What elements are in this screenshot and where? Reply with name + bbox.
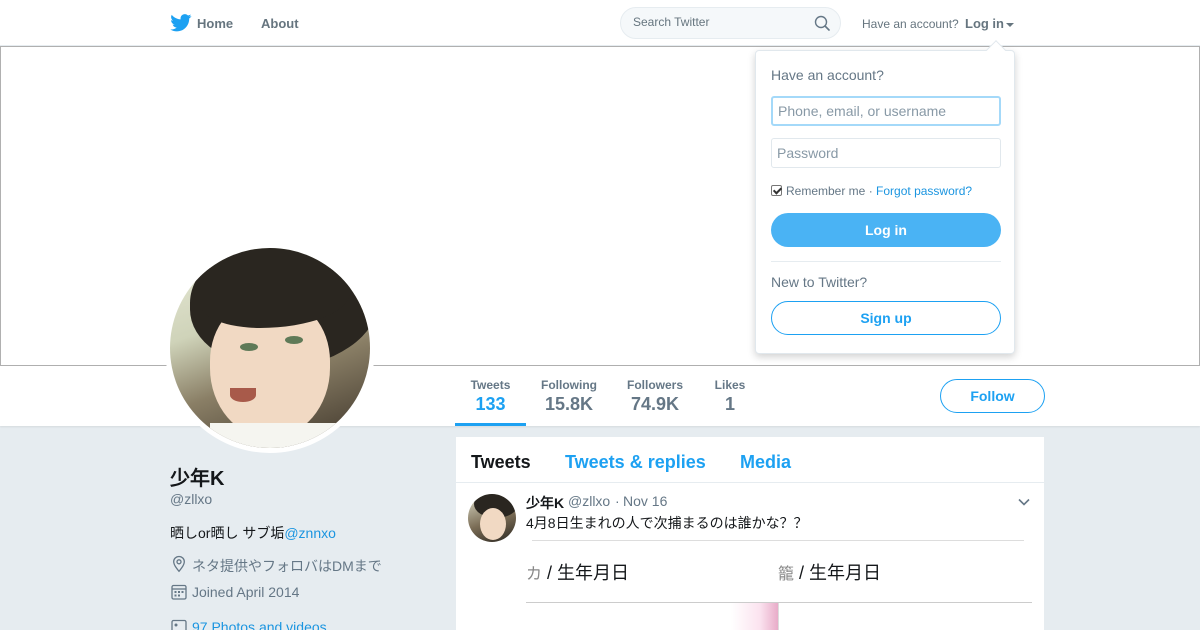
media-divider-top — [532, 540, 1024, 541]
search-input[interactable] — [633, 15, 813, 29]
follow-button[interactable]: Follow — [940, 379, 1045, 413]
stat-tweets[interactable]: Tweets 133 — [455, 378, 526, 426]
login-dropdown-divider — [771, 261, 1001, 262]
tab-tweets-replies[interactable]: Tweets & replies — [565, 452, 706, 473]
login-dropdown: Have an account? Remember me · Forgot pa… — [755, 40, 1015, 354]
stat-followers[interactable]: Followers 74.9K — [624, 378, 686, 415]
login-button[interactable]: Log in — [771, 213, 1001, 247]
stat-following[interactable]: Following 15.8K — [538, 378, 600, 415]
tweet-text: 4月8日生まれの人で次捕まるのは誰かな？？ — [526, 515, 808, 531]
password-input[interactable] — [771, 138, 1001, 168]
media-cell-right: 籠 / 生年月日 — [778, 559, 881, 585]
bio-text: 晒しor晒し サブ垢 — [170, 525, 285, 541]
remember-separator: · — [868, 184, 873, 198]
login-dropdown-toggle[interactable]: Log in — [965, 16, 1014, 31]
stat-tweets-label: Tweets — [470, 378, 511, 392]
search-icon[interactable] — [814, 15, 830, 31]
media-right-label: / 生年月日 — [799, 563, 882, 583]
nav-about-link[interactable]: About — [261, 16, 299, 31]
stat-likes-value: 1 — [724, 394, 735, 414]
stat-following-value: 15.8K — [544, 394, 594, 414]
profile-handle[interactable]: @zllxo — [170, 491, 212, 507]
remember-row: Remember me · Forgot password? — [771, 184, 972, 198]
profile-avatar[interactable] — [165, 243, 375, 453]
stat-likes-label: Likes — [714, 378, 746, 392]
caret-down-icon — [1006, 22, 1014, 27]
tab-tweets[interactable]: Tweets — [471, 452, 531, 473]
login-dropdown-title: Have an account? — [771, 67, 884, 83]
forgot-password-link[interactable]: Forgot password? — [876, 184, 972, 198]
photos-text: 97 Photos and videos — [192, 619, 327, 630]
stat-followers-label: Followers — [626, 378, 683, 392]
checkbox-icon[interactable] — [771, 185, 782, 196]
tweet-avatar[interactable] — [468, 494, 516, 542]
joined-text: Joined April 2014 — [192, 584, 300, 600]
stat-likes[interactable]: Likes 1 — [710, 378, 750, 415]
top-nav: Home About Have an account? Log in — [0, 0, 1200, 46]
tweet-author-handle[interactable]: @zllxo — [568, 493, 610, 509]
media-left-label: / 生年月日 — [547, 563, 630, 583]
chevron-down-icon[interactable] — [1017, 495, 1031, 509]
stat-tweets-value: 133 — [475, 394, 506, 414]
media-divider-vertical — [778, 603, 779, 630]
media-divider-mid — [526, 602, 1032, 603]
tweet-separator: · — [615, 493, 620, 509]
login-toggle-label: Log in — [965, 16, 1004, 31]
nav-home-link[interactable]: Home — [197, 16, 233, 31]
media-left-faded: カ — [526, 566, 543, 583]
tab-media[interactable]: Media — [740, 452, 791, 473]
calendar-icon — [171, 584, 187, 600]
username-input[interactable] — [771, 96, 1001, 126]
location-icon — [173, 555, 185, 573]
tweet[interactable]: 少年K @zllxo · Nov 16 4月8日生まれの人で次捕まるのは誰かな？… — [456, 483, 1044, 630]
location-text: ネタ提供やフォロバはDMまで — [192, 558, 382, 574]
bio-mention-link[interactable]: @znnxo — [284, 525, 336, 541]
tweet-author-name[interactable]: 少年K — [526, 493, 564, 513]
remember-me-label[interactable]: Remember me — [786, 184, 865, 198]
photos-icon — [171, 619, 187, 630]
media-right-faded: 籠 — [778, 566, 795, 583]
timeline-tabs: Tweets Tweets & replies Media — [456, 437, 1044, 483]
profile-name[interactable]: 少年K — [170, 462, 224, 491]
tweet-media[interactable]: カ / 生年月日 籠 / 生年月日 — [526, 540, 1032, 630]
avatar-image — [170, 248, 370, 448]
timeline: Tweets Tweets & replies Media 少年K @zllxo… — [456, 437, 1044, 630]
media-cell-left: カ / 生年月日 — [526, 559, 629, 585]
search-box — [620, 7, 841, 39]
twitter-bird-icon[interactable] — [170, 14, 192, 32]
stat-followers-value: 74.9K — [630, 394, 680, 414]
new-to-twitter-text: New to Twitter? — [771, 274, 868, 290]
tweet-timestamp[interactable]: Nov 16 — [623, 493, 667, 509]
have-account-text: Have an account? — [862, 17, 959, 31]
stat-following-label: Following — [541, 378, 597, 392]
signup-button[interactable]: Sign up — [771, 301, 1001, 335]
profile-bio: 晒しor晒し サブ垢@znnxo — [170, 523, 336, 543]
media-image-fragment — [731, 603, 779, 630]
